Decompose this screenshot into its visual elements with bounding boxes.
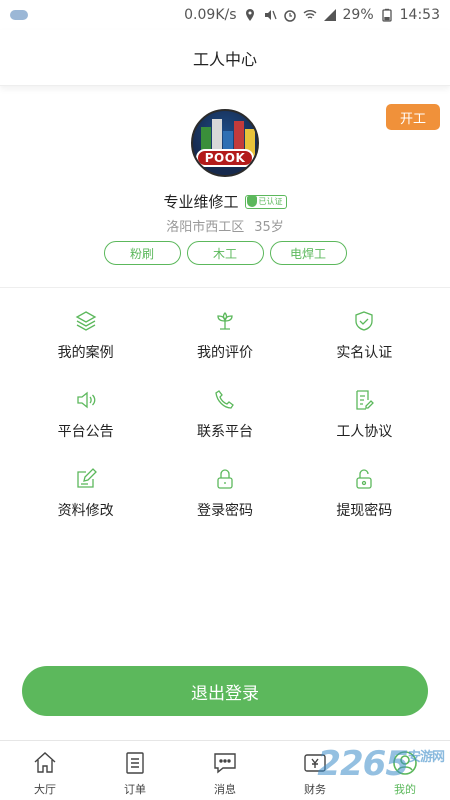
avatar-logo-text: POOK <box>196 149 254 167</box>
avatar[interactable]: POOK <box>191 109 259 177</box>
flower-icon <box>217 312 233 330</box>
alarm-icon <box>283 10 296 22</box>
menu-label: 登录密码 <box>196 503 253 519</box>
tab-orders[interactable]: 订单 <box>90 741 180 800</box>
watermark-logo: 2265安游网 <box>317 744 445 784</box>
tab-messages[interactable]: 消息 <box>180 741 270 800</box>
logout-button[interactable]: 退出登录 <box>22 666 428 716</box>
menu-edit-profile[interactable]: 资料修改 <box>16 456 155 523</box>
location-row: 洛阳市西工区 35岁 <box>0 216 450 235</box>
cloud-icon <box>10 10 28 20</box>
menu-withdraw-password[interactable]: 提现密码 <box>295 456 434 523</box>
status-bar: 0.09K/s 29% 14:53 <box>0 0 450 30</box>
menu-label: 平台公告 <box>57 424 114 440</box>
worker-name: 专业维修工 <box>163 193 239 211</box>
menu-label: 我的评价 <box>196 345 253 361</box>
skill-tag: 电焊工 <box>269 241 347 265</box>
menu-label: 实名认证 <box>336 345 393 361</box>
menu-login-password[interactable]: 登录密码 <box>155 456 294 523</box>
skill-tag: 粉刷 <box>103 241 181 265</box>
network-speed: 0.09K/s <box>184 7 237 23</box>
skill-tag: 木工 <box>186 241 264 265</box>
menu-label: 提现密码 <box>336 503 393 519</box>
menu-label: 我的案例 <box>57 345 114 361</box>
profile-card: 开工 POOK 专业维修工 已认证 洛阳市西工区 35岁 粉刷 木工 电焊工 <box>0 87 450 287</box>
edit-square-icon <box>77 468 97 488</box>
menu-announcements[interactable]: 平台公告 <box>16 377 155 444</box>
watermark-site: 安游网 <box>407 750 445 765</box>
wifi-icon <box>303 10 316 19</box>
divider <box>0 287 450 288</box>
layers-icon <box>75 311 96 331</box>
name-row: 专业维修工 已认证 <box>0 191 450 212</box>
age-text: 35岁 <box>254 220 284 235</box>
clock: 14:53 <box>399 7 440 23</box>
tab-hall[interactable]: 大厅 <box>0 741 90 800</box>
watermark-number: 2265 <box>317 744 409 784</box>
tab-label: 大厅 <box>34 783 56 796</box>
menu-label: 资料修改 <box>57 503 114 519</box>
tab-label: 消息 <box>214 783 236 796</box>
home-icon <box>34 752 56 773</box>
message-icon <box>214 753 236 774</box>
menu-my-cases[interactable]: 我的案例 <box>16 298 155 365</box>
start-work-button[interactable]: 开工 <box>386 104 440 130</box>
tab-label: 订单 <box>124 783 146 796</box>
lock-icon <box>217 469 233 489</box>
mute-icon <box>264 10 277 20</box>
location-icon <box>245 9 254 21</box>
battery-icon <box>381 8 392 22</box>
menu-worker-agreement[interactable]: 工人协议 <box>295 377 434 444</box>
shield-icon <box>246 196 257 207</box>
phone-icon <box>215 390 234 409</box>
menu-label: 工人协议 <box>336 424 393 440</box>
verified-badge: 已认证 <box>244 194 287 209</box>
shield-check-icon <box>355 311 373 331</box>
signal-icon <box>323 9 336 21</box>
unlock-icon <box>356 469 372 489</box>
page-title: 工人中心 <box>192 49 257 69</box>
title-bar: 工人中心 <box>0 30 450 86</box>
menu-real-name-auth[interactable]: 实名认证 <box>295 298 434 365</box>
speaker-icon <box>77 391 96 409</box>
menu-grid: 我的案例 我的评价 实名认证 平台公告 联系平台 工人协议 资料修改 登录密码 … <box>16 298 434 523</box>
skill-tags: 粉刷 木工 电焊工 <box>0 241 450 265</box>
document-edit-icon <box>356 390 375 410</box>
menu-my-reviews[interactable]: 我的评价 <box>155 298 294 365</box>
list-icon <box>126 752 144 774</box>
menu-label: 联系平台 <box>196 424 253 440</box>
battery-level: 29% <box>342 7 374 23</box>
location-text: 洛阳市西工区 <box>166 220 245 235</box>
menu-contact-platform[interactable]: 联系平台 <box>155 377 294 444</box>
verified-label: 已认证 <box>258 197 283 206</box>
